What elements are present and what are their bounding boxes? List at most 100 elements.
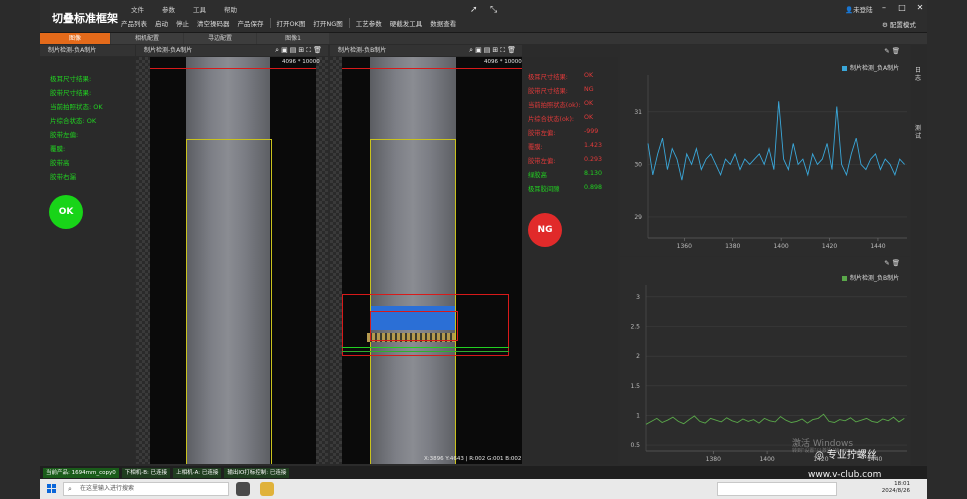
folder-icon[interactable] <box>260 482 274 496</box>
ng-key: 胶带左偏: <box>528 158 556 165</box>
user-status[interactable]: 👤未登陆 <box>845 4 873 14</box>
tab-image1[interactable]: 图像1 <box>257 33 329 44</box>
start-button[interactable]: 启动 <box>151 18 172 28</box>
red-guide-line <box>342 68 522 69</box>
minimize-icon[interactable]: – <box>878 3 890 12</box>
status-bar: 当前产品: 1694mm_copy0 下相机-B: 已连接 上相机-A: 已连接… <box>40 466 927 479</box>
ng-key: 极耳尺寸结果: <box>528 74 568 81</box>
image-a-header: 制片检测-负A制片 ⌕▣▤⊞⛶🗑 <box>136 45 328 56</box>
image-b-title: 制片检测-负B制片 <box>338 47 387 54</box>
ok-status-badge: OK <box>49 195 83 229</box>
side-tab-test[interactable]: 测试 <box>915 125 923 141</box>
image-a-viewer[interactable]: 4096 * 10000 <box>136 57 328 464</box>
image-a-resolution: 4096 * 10000 <box>282 59 320 65</box>
result-line: 胶带右漏 <box>50 173 76 181</box>
result-line: 极耳尺寸结果: <box>50 75 92 83</box>
transparent-area <box>330 57 342 464</box>
windows-start-icon[interactable] <box>47 484 57 494</box>
right-side-tabs: 日志 测试 <box>911 45 927 465</box>
y-tick-label: 2 <box>636 353 640 360</box>
ng-result-panel: 极耳尺寸结果: OK 胶带尺寸结果: NG 当前拍照状态(ok): OK 片综合状态(… <box>522 57 618 464</box>
image-b-resolution: 4096 * 10000 <box>484 59 522 65</box>
result-line: 胶带尺寸结果: <box>50 89 92 97</box>
result-line: 片综合状态: OK <box>50 117 97 125</box>
chart-b-plot: 0.511.522.531380 1400 1420 1440 <box>630 285 907 463</box>
hardware-tool-button[interactable]: 硬截发工具 <box>386 18 427 28</box>
status-camera-b: 下相机-B: 已连接 <box>121 467 171 478</box>
tab-camera-config[interactable]: 相机配置 <box>111 33 183 44</box>
green-measure-line <box>342 351 509 352</box>
ng-key: 覆膜: <box>528 144 543 151</box>
product-list-button[interactable]: 产品列表 <box>117 18 151 28</box>
product-save-button[interactable]: 产品保存 <box>234 18 268 28</box>
delete-icon[interactable]: 🗑 <box>313 46 324 54</box>
pin-icon[interactable]: ➚ <box>470 5 484 17</box>
clear-encoder-button[interactable]: 清空操码器 <box>193 18 234 28</box>
menu-file[interactable]: 文件 <box>122 4 153 14</box>
tab-image[interactable]: 图像 <box>40 33 110 44</box>
red-guide-line <box>150 68 316 69</box>
menu-tools[interactable]: 工具 <box>184 4 215 14</box>
brand-logo-icon: ◎ <box>815 450 827 461</box>
ng-value: OK <box>584 114 594 121</box>
ng-value: -999 <box>584 128 599 135</box>
brand-watermark: ◎ 专业拧螺丝 <box>815 446 877 461</box>
ng-key: 胶带左偏: <box>528 130 556 137</box>
stop-button[interactable]: 停止 <box>172 18 193 28</box>
x-tick-label: 1400 <box>759 456 774 463</box>
search-icon: ⌕ <box>68 485 72 493</box>
fit-icon[interactable]: ▣ <box>475 46 484 54</box>
chart-a-plot: 29 30 31 1360 1380 1400 1420 1440 <box>634 75 907 250</box>
result-line: 覆膜: <box>50 145 66 153</box>
result-line: 当前拍照状态: OK <box>50 103 103 111</box>
config-mode-button[interactable]: ⚙ 配置模式 <box>882 19 916 29</box>
y-tick-label: 30 <box>634 161 642 168</box>
y-tick-label: 1.5 <box>630 383 640 390</box>
x-tick-label: 1440 <box>870 243 885 250</box>
result-line: 胶带高 <box>50 159 70 167</box>
ng-value: NG <box>584 86 594 93</box>
series-line <box>647 101 905 181</box>
app-root: 切叠标准框架 文件 参数 工具 帮助 产品列表 启动 停止 清空操码器 产品保存… <box>0 0 967 499</box>
user-icon: 👤 <box>845 6 854 14</box>
task-view-icon[interactable] <box>236 482 250 496</box>
image-b-header: 制片检测-负B制片 ⌕▣▤⊞⛶🗑 <box>330 45 522 56</box>
status-current-product: 当前产品: 1694mm_copy0 <box>43 467 119 478</box>
toolbar-divider <box>269 18 271 28</box>
close-icon[interactable]: ✕ <box>914 3 926 12</box>
left-result-panel: 极耳尺寸结果: 胶带尺寸结果: 当前拍照状态: OK 片综合状态: OK 胶带左… <box>40 57 135 464</box>
ng-value: OK <box>584 72 594 79</box>
menu-params[interactable]: 参数 <box>153 4 184 14</box>
tab-edge-config[interactable]: 寻边配置 <box>184 33 256 44</box>
status-camera-a: 上相机-A: 已连接 <box>173 467 222 478</box>
image-b-tools: ⌕▣▤⊞⛶🗑 <box>469 45 518 56</box>
menu-bar: 文件 参数 工具 帮助 <box>122 4 246 14</box>
transparent-area <box>316 57 328 464</box>
pixel-readout: X:3896 Y:4643 | R:002 G:001 B:002 <box>424 456 522 462</box>
open-ng-image-button[interactable]: 打开NG图 <box>309 18 346 28</box>
process-params-button[interactable]: 工艺参数 <box>352 18 386 28</box>
open-ok-image-button[interactable]: 打开OK图 <box>273 18 310 28</box>
fit-icon[interactable]: ▣ <box>281 46 290 54</box>
red-defect-box <box>370 311 458 341</box>
side-tab-log[interactable]: 日志 <box>915 67 923 83</box>
toolbar: 产品列表 启动 停止 清空操码器 产品保存 打开OK图 打开NG图 工艺参数 硬… <box>117 18 460 28</box>
data-view-button[interactable]: 数据查看 <box>426 18 460 28</box>
x-tick-label: 1420 <box>822 243 837 250</box>
y-tick-label: 1 <box>636 412 640 419</box>
yellow-roi-box <box>186 139 272 464</box>
taskbar-clock[interactable]: 18:01 2024/8/26 <box>870 481 910 495</box>
taskbar-input-box[interactable] <box>717 482 837 496</box>
ng-value: 0.898 <box>584 184 603 191</box>
delete-icon[interactable]: 🗑 <box>507 46 518 54</box>
maximize-icon[interactable]: □ <box>896 3 908 12</box>
search-placeholder: 在这里输入进行搜索 <box>80 485 135 492</box>
transparent-area <box>136 57 150 464</box>
image-b-viewer[interactable]: 4096 * 10000 <box>330 57 522 464</box>
ng-key: 胶带尺寸结果: <box>528 88 568 95</box>
collapse-icon[interactable]: ⤡ <box>490 5 504 17</box>
taskbar-search-input[interactable]: ⌕ 在这里输入进行搜索 <box>63 482 229 496</box>
image-a-title: 制片检测-负A制片 <box>144 47 193 54</box>
x-tick-label: 1360 <box>677 243 692 250</box>
menu-help[interactable]: 帮助 <box>215 4 246 14</box>
